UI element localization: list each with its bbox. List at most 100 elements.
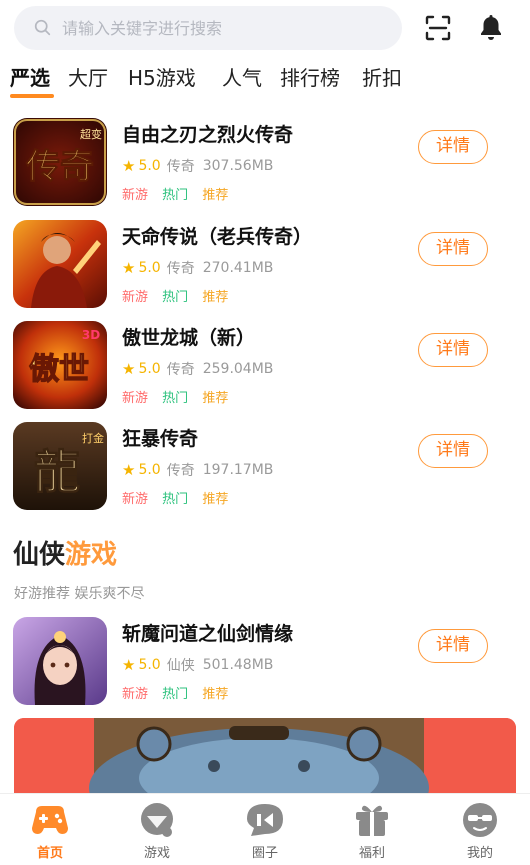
game-name: 天命传说（老兵传奇） xyxy=(122,226,313,248)
star-icon: ★ xyxy=(122,656,136,674)
tag-new: 新游 xyxy=(122,290,149,305)
game-meta: ★ 5.0 传奇 259.04MB xyxy=(122,359,273,379)
game-tags: 新游 热门 推荐 xyxy=(122,184,238,203)
game-rating: 5.0 xyxy=(138,657,161,673)
nav-home[interactable]: 首页 xyxy=(5,794,95,865)
nav-label: 圈子 xyxy=(251,846,278,861)
category-tabs: 严选 大厅 H5游戏 人气 排行榜 折扣 xyxy=(0,58,530,98)
tag-recommended: 推荐 xyxy=(202,290,229,305)
tag-hot: 热门 xyxy=(162,188,189,203)
game-name: 自由之刃之烈火传奇 xyxy=(122,124,294,146)
star-icon: ★ xyxy=(122,360,136,378)
game-icon-dragon[interactable]: 龍 打金 xyxy=(13,422,107,510)
star-icon: ★ xyxy=(122,259,136,277)
game-icon-title: 傲世 xyxy=(29,352,89,387)
scan-icon[interactable] xyxy=(424,14,452,42)
search-input[interactable] xyxy=(62,6,382,50)
game-tags: 新游 热门 推荐 xyxy=(122,488,238,507)
game-icon-aoshi[interactable]: 傲世 3D xyxy=(13,321,107,409)
game-category: 传奇 xyxy=(166,362,195,378)
tag-hot: 热门 xyxy=(162,391,189,406)
game-rating: 5.0 xyxy=(138,462,161,478)
nav-welfare[interactable]: 福利 xyxy=(327,794,417,865)
nav-label: 我的 xyxy=(466,846,493,861)
game-meta: ★ 5.0 传奇 197.17MB xyxy=(122,460,273,480)
game-category: 传奇 xyxy=(166,261,195,277)
search-icon xyxy=(34,19,51,36)
game-list-item[interactable]: 斩魔问道之仙剑情缘 ★ 5.0 仙侠 501.48MB 新游 热门 推荐 详情 xyxy=(0,617,530,717)
active-tab-indicator xyxy=(10,94,54,98)
game-size: 270.41MB xyxy=(202,260,274,276)
tag-recommended: 推荐 xyxy=(202,492,229,507)
game-icon-warrior[interactable] xyxy=(13,220,107,308)
tag-new: 新游 xyxy=(122,492,149,507)
tag-new: 新游 xyxy=(122,188,149,203)
game-rating: 5.0 xyxy=(138,260,161,276)
game-meta: ★ 5.0 仙侠 501.48MB xyxy=(122,655,273,675)
nav-mine[interactable]: 我的 xyxy=(435,794,525,865)
game-category: 传奇 xyxy=(166,159,195,175)
game-rating: 5.0 xyxy=(138,361,161,377)
section-title: 仙侠游戏 xyxy=(13,534,117,571)
game-list-item[interactable]: 传奇 超变 自由之刃之烈火传奇 ★ 5.0 传奇 307.56MB 新游 热门 … xyxy=(0,118,530,218)
game-tags: 新游 热门 推荐 xyxy=(122,387,238,406)
game-category: 传奇 xyxy=(166,463,195,479)
tag-hot: 热门 xyxy=(162,290,189,305)
game-meta: ★ 5.0 传奇 307.56MB xyxy=(122,156,273,176)
nav-label: 福利 xyxy=(358,846,385,861)
nav-label: 首页 xyxy=(36,846,63,861)
tab-popular[interactable]: 人气 xyxy=(222,62,262,91)
game-list-item[interactable]: 傲世 3D 傲世龙城（新） ★ 5.0 传奇 259.04MB 新游 热门 推荐… xyxy=(0,321,530,421)
tag-new: 新游 xyxy=(122,687,149,702)
game-size: 501.48MB xyxy=(202,657,274,673)
promo-banner[interactable] xyxy=(14,718,516,794)
game-size: 307.56MB xyxy=(202,158,274,174)
gamepad-icon xyxy=(32,806,68,834)
game-icon-subtitle: 超变 xyxy=(80,127,102,141)
avatar-icon xyxy=(463,803,497,837)
game-name: 傲世龙城（新） xyxy=(122,327,256,349)
tag-hot: 热门 xyxy=(162,492,189,507)
circle-icon xyxy=(247,804,283,836)
nav-circle[interactable]: 圈子 xyxy=(220,794,310,865)
nav-label: 游戏 xyxy=(143,846,170,861)
game-size: 259.04MB xyxy=(202,361,274,377)
bottom-navigation: 首页 游戏 圈子 福利 我的 xyxy=(0,793,530,865)
game-icon-subtitle: 打金 xyxy=(82,431,104,445)
detail-button[interactable]: 详情 xyxy=(418,130,488,164)
search-bar[interactable] xyxy=(14,6,402,50)
game-icon-chuanqi[interactable]: 传奇 超变 xyxy=(13,118,107,206)
bell-icon[interactable] xyxy=(478,14,504,42)
tag-recommended: 推荐 xyxy=(202,687,229,702)
tab-h5-games[interactable]: H5游戏 xyxy=(128,62,196,91)
tab-selected[interactable]: 严选 xyxy=(10,62,50,91)
star-icon: ★ xyxy=(122,461,136,479)
detail-button[interactable]: 详情 xyxy=(418,434,488,468)
gift-icon xyxy=(356,805,388,836)
tag-new: 新游 xyxy=(122,391,149,406)
detail-button[interactable]: 详情 xyxy=(418,232,488,266)
nav-games[interactable]: 游戏 xyxy=(112,794,202,865)
game-name: 狂暴传奇 xyxy=(122,428,199,450)
tab-discount[interactable]: 折扣 xyxy=(362,62,402,91)
section-subtitle: 好游推荐 娱乐爽不尽 xyxy=(14,586,145,602)
tag-hot: 热门 xyxy=(162,687,189,702)
game-icon-title: 传奇 xyxy=(25,147,94,187)
tab-hall[interactable]: 大厅 xyxy=(68,62,108,91)
section-title-part-b: 游戏 xyxy=(65,540,118,570)
star-icon: ★ xyxy=(122,157,136,175)
game-category: 仙侠 xyxy=(166,658,195,674)
tag-recommended: 推荐 xyxy=(202,188,229,203)
game-icon-title: 龍 xyxy=(34,445,80,499)
game-tags: 新游 热门 推荐 xyxy=(122,683,238,702)
game-meta: ★ 5.0 传奇 270.41MB xyxy=(122,258,273,278)
detail-button[interactable]: 详情 xyxy=(418,333,488,367)
detail-button[interactable]: 详情 xyxy=(418,629,488,663)
tab-rankings[interactable]: 排行榜 xyxy=(280,62,340,91)
game-list-item[interactable]: 天命传说（老兵传奇） ★ 5.0 传奇 270.41MB 新游 热门 推荐 详情 xyxy=(0,220,530,320)
game-icon-subtitle: 3D xyxy=(82,328,100,342)
game-list-item[interactable]: 龍 打金 狂暴传奇 ★ 5.0 传奇 197.17MB 新游 热门 推荐 详情 xyxy=(0,422,530,522)
game-rating: 5.0 xyxy=(138,158,161,174)
game-icon-xianxia-girl[interactable] xyxy=(13,617,107,705)
tag-recommended: 推荐 xyxy=(202,391,229,406)
